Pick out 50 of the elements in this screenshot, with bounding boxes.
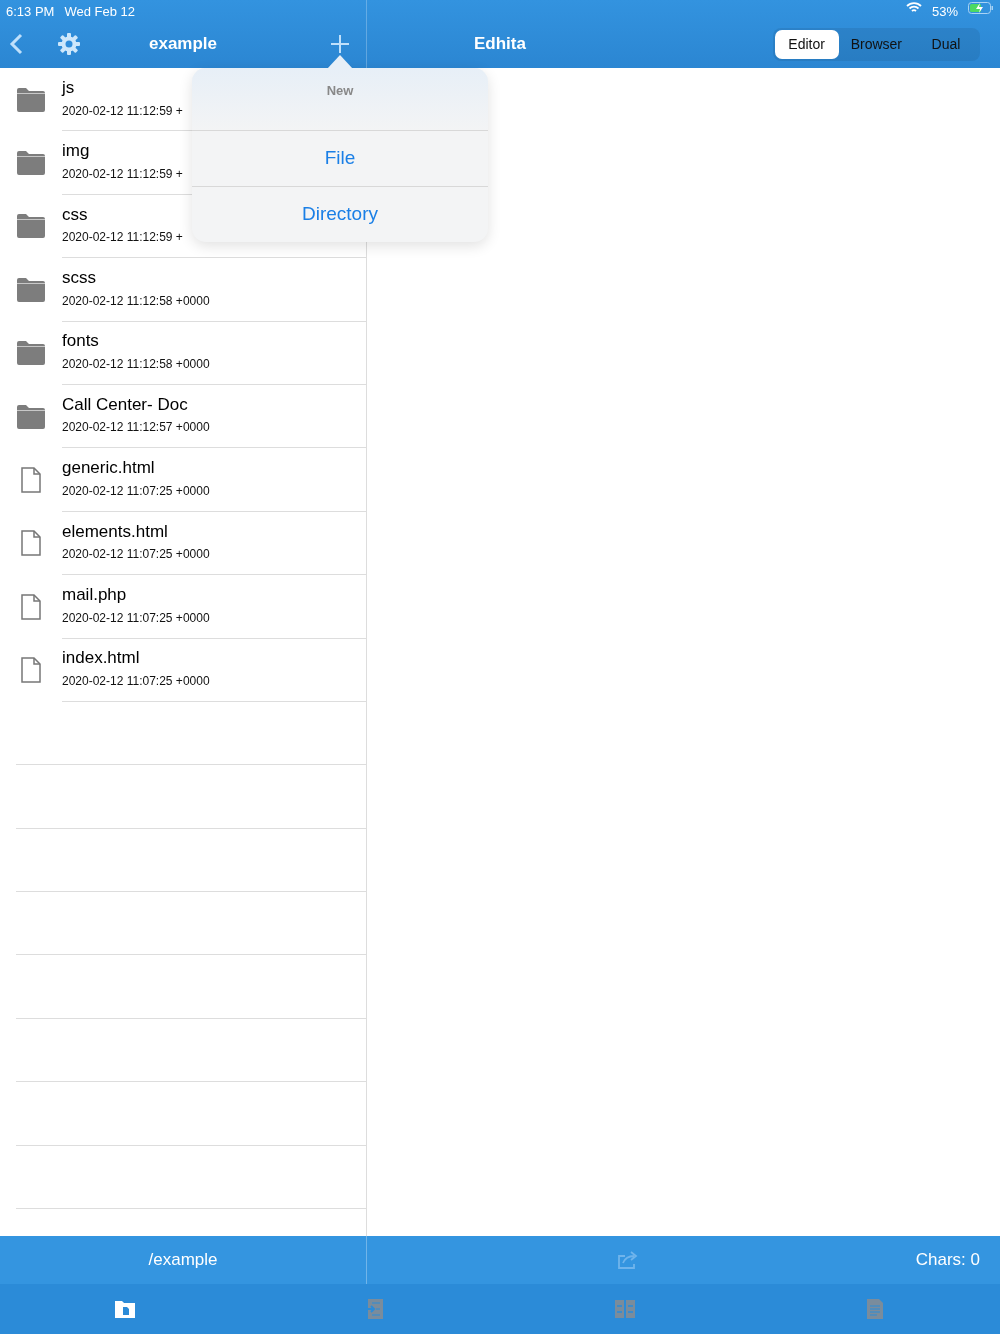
document-icon	[21, 657, 41, 684]
share-icon[interactable]	[617, 1251, 639, 1269]
battery-percent: 53%	[931, 3, 958, 18]
folder-icon	[17, 277, 45, 302]
menu-action[interactable]: Directory	[192, 186, 488, 242]
back-icon[interactable]	[9, 33, 23, 55]
file-name: generic.html	[62, 459, 155, 478]
segment-tab[interactable]: Browser	[838, 29, 914, 59]
popover-title: New	[326, 83, 354, 98]
status-time: 6:13 PM	[6, 3, 55, 18]
segment-tab[interactable]: Editor	[774, 29, 839, 59]
file-name: mail.php	[62, 585, 127, 605]
file-date: 2020-02-12 11:12:58 +0000	[62, 356, 210, 374]
segment-tab[interactable]: Dual	[914, 29, 978, 59]
file-name: Call Center- Doc	[62, 395, 188, 415]
file-name: css	[62, 205, 88, 225]
folder-title: example	[148, 33, 217, 56]
folder-icon	[17, 151, 45, 176]
document-icon	[21, 467, 41, 494]
file-name: fonts	[62, 332, 99, 352]
file-date: 2020-02-12 11:12:59 +	[62, 102, 183, 120]
status-date: Wed Feb 12	[64, 3, 135, 18]
settings-icon[interactable]	[58, 33, 80, 55]
file-name: index.html	[62, 649, 140, 669]
popover-arrow	[327, 55, 353, 69]
file-name: elements.html	[62, 522, 168, 542]
folder-icon	[17, 404, 45, 429]
file-date: 2020-02-12 11:07:25 +0000	[62, 546, 210, 564]
path-label: /example	[148, 1249, 218, 1272]
menu-action[interactable]: File	[192, 130, 488, 186]
file-name: scss	[62, 269, 96, 288]
char-count: Chars: 0	[915, 1249, 980, 1272]
file-date: 2020-02-12 11:07:25 +0000	[62, 482, 210, 500]
folder-icon	[17, 87, 45, 112]
folder-icon	[17, 214, 45, 239]
file-date: 2020-02-12 11:07:25 +0000	[62, 609, 210, 627]
file-date: 2020-02-12 11:07:25 +0000	[62, 673, 210, 691]
document-icon	[21, 593, 41, 620]
file-date: 2020-02-12 11:12:59 +	[62, 165, 183, 183]
folder-icon[interactable]	[114, 1298, 136, 1320]
file-date: 2020-02-12 11:12:59 +	[62, 229, 183, 247]
add-icon[interactable]	[330, 34, 350, 54]
file-name: img	[62, 142, 90, 161]
document-icon	[21, 530, 41, 557]
file-date: 2020-02-12 11:12:57 +0000	[62, 419, 210, 437]
editor-title: Edhita	[473, 33, 527, 56]
wifi-icon	[905, 2, 922, 14]
folder-icon	[17, 341, 45, 366]
file-date: 2020-02-12 11:12:58 +0000	[62, 292, 210, 310]
file-name: js	[62, 78, 75, 98]
